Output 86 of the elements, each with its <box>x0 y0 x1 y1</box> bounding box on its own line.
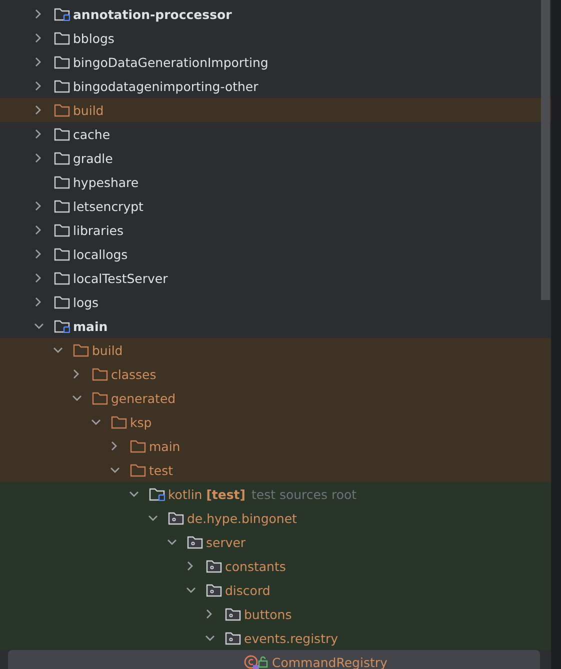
folder-icon <box>54 31 70 45</box>
chevron-down-icon[interactable] <box>72 394 82 402</box>
item-name[interactable]: letsencrypt <box>73 198 144 214</box>
chevron-down-icon[interactable] <box>34 322 44 330</box>
chevron-right-icon[interactable] <box>34 225 42 235</box>
folder-icon <box>92 391 108 405</box>
folder-icon <box>54 127 70 141</box>
package-folder-icon <box>206 559 222 573</box>
item-name[interactable]: discord <box>225 582 270 598</box>
chevron-right-icon[interactable] <box>34 57 42 67</box>
chevron-right-icon[interactable] <box>34 273 42 283</box>
item-name[interactable]: libraries <box>73 222 124 238</box>
chevron-right-icon[interactable] <box>205 609 213 619</box>
item-name[interactable]: generated <box>111 390 176 406</box>
item-name[interactable]: cache <box>73 126 110 142</box>
chevron-down-icon[interactable] <box>110 466 120 474</box>
chevron-down-icon[interactable] <box>53 346 63 354</box>
item-name[interactable]: main <box>149 438 180 454</box>
chevron-right-icon[interactable] <box>34 201 42 211</box>
lock-icon <box>258 656 268 668</box>
module-folder-icon <box>54 319 70 333</box>
package-folder-icon <box>206 583 222 597</box>
folder-icon <box>54 247 70 261</box>
chevron-down-icon[interactable] <box>148 514 158 522</box>
folder-icon <box>54 151 70 165</box>
folder-icon <box>111 415 127 429</box>
item-name[interactable]: buttons <box>244 606 292 622</box>
chevron-right-icon[interactable] <box>34 297 42 307</box>
scrollbar-thumb[interactable] <box>541 0 550 300</box>
item-name[interactable]: hypeshare <box>73 174 139 190</box>
item-name[interactable]: test <box>149 462 174 478</box>
chevron-right-icon[interactable] <box>110 441 118 451</box>
item-hint: test sources root <box>251 486 357 502</box>
folder-icon <box>54 199 70 213</box>
chevron-right-icon[interactable] <box>34 153 42 163</box>
chevron-right-icon[interactable] <box>34 33 42 43</box>
chevron-down-icon[interactable] <box>91 418 101 426</box>
item-name[interactable]: CommandRegistry <box>272 654 388 669</box>
chevron-right-icon[interactable] <box>72 369 80 379</box>
item-name[interactable]: bblogs <box>73 30 114 46</box>
item-name[interactable]: constants <box>225 558 286 574</box>
package-folder-icon <box>168 511 184 525</box>
item-name[interactable]: build <box>73 102 104 118</box>
item-name[interactable]: events.registry <box>244 630 338 646</box>
item-name[interactable]: annotation-proccessor <box>73 6 232 22</box>
folder-icon <box>130 463 146 477</box>
chevron-down-icon[interactable] <box>167 538 177 546</box>
item-name[interactable]: de.hype.bingonet <box>187 510 297 526</box>
module-folder-icon <box>54 7 70 21</box>
item-name[interactable]: main <box>73 318 108 334</box>
folder-icon <box>130 439 146 453</box>
package-folder-icon <box>187 535 203 549</box>
chevron-right-icon[interactable] <box>34 129 42 139</box>
folder-icon <box>54 103 70 117</box>
package-folder-icon <box>225 631 241 645</box>
item-name[interactable]: locallogs <box>73 246 128 262</box>
folder-icon <box>92 367 108 381</box>
item-name[interactable]: server <box>206 534 246 550</box>
chevron-right-icon[interactable] <box>34 249 42 259</box>
chevron-down-icon[interactable] <box>186 586 196 594</box>
item-name[interactable]: bingoDataGenerationImporting <box>73 54 268 70</box>
chevron-down-icon[interactable] <box>205 634 215 642</box>
chevron-right-icon[interactable] <box>34 105 42 115</box>
folder-icon <box>54 175 70 189</box>
folder-icon <box>54 295 70 309</box>
item-name[interactable]: logs <box>73 294 99 310</box>
chevron-right-icon[interactable] <box>34 9 42 19</box>
item-name[interactable]: gradle <box>73 150 113 166</box>
chevron-right-icon[interactable] <box>186 561 194 571</box>
item-name[interactable]: classes <box>111 366 156 382</box>
item-name[interactable]: bingodatagenimporting-other <box>73 78 258 94</box>
folder-icon <box>73 343 89 357</box>
item-name[interactable]: ksp <box>130 414 152 430</box>
item-name[interactable]: kotlin [test] <box>168 486 246 502</box>
chevron-right-icon[interactable] <box>34 81 42 91</box>
item-name[interactable]: build <box>92 342 123 358</box>
item-name[interactable]: localTestServer <box>73 270 168 286</box>
class-icon <box>244 654 260 669</box>
folder-icon <box>54 55 70 69</box>
package-folder-icon <box>225 607 241 621</box>
chevron-down-icon[interactable] <box>129 490 139 498</box>
folder-icon <box>54 271 70 285</box>
selected-row[interactable]: CommandRegistry <box>8 650 540 669</box>
folder-icon <box>54 223 70 237</box>
folder-icon <box>54 79 70 93</box>
module-folder-icon <box>149 487 165 501</box>
